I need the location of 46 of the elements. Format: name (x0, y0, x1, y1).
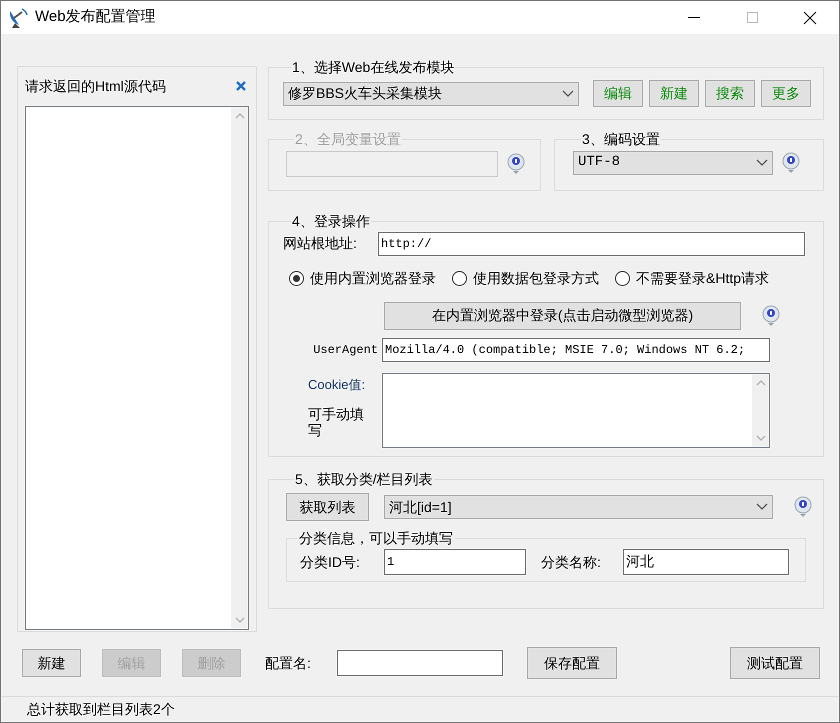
help-icon[interactable] (761, 304, 781, 327)
caret-icon (756, 503, 768, 512)
fetch-list-button[interactable]: 获取列表 (286, 493, 369, 522)
config-name-field[interactable] (337, 650, 503, 676)
field-label: 配置名: (265, 654, 312, 672)
group-title: 4、登录操作 (291, 212, 371, 231)
scroll-down-icon[interactable] (756, 434, 766, 441)
input-field[interactable]: 1 (384, 549, 526, 576)
help-icon[interactable] (506, 152, 526, 175)
test-config-button[interactable]: 测试配置 (730, 647, 820, 679)
radio-option[interactable]: 使用数据包登录方式 (452, 268, 599, 289)
save-config-button[interactable]: 保存配置 (527, 647, 617, 679)
field-label: 网站根地址: (283, 234, 358, 254)
category-dropdown[interactable]: 河北[id=1] (384, 495, 773, 520)
window-title: Web发布配置管理 (35, 7, 156, 28)
status-text: 总计获取到栏目列表2个 (27, 700, 175, 719)
button[interactable]: 新建 (22, 649, 81, 677)
scroll-down-icon[interactable] (234, 617, 244, 623)
encoding-dropdown[interactable]: UTF-8 (573, 150, 773, 175)
caret-icon (562, 90, 574, 98)
caret-icon (756, 158, 768, 167)
satellite-dish-icon (7, 6, 29, 28)
field-label: 分类名称: (541, 552, 602, 572)
radio-option[interactable]: 使用内置浏览器登录 (289, 268, 436, 289)
field-label: Cookie值: (308, 376, 366, 394)
group-title: 5、获取分类/栏目列表 (294, 470, 434, 490)
help-icon[interactable] (781, 152, 801, 174)
field-label: 分类ID号: (300, 552, 361, 572)
field-hint: 可手动填写 (308, 406, 365, 438)
group-title: 分类信息，可以手动填写 (298, 529, 454, 548)
cookie-field[interactable] (382, 372, 770, 448)
field-label: UserAgent (312, 342, 379, 359)
group-title: 1、选择Web在线发布模块 (291, 58, 456, 77)
help-icon[interactable] (793, 496, 813, 518)
group-title: 3、编码设置 (581, 130, 661, 149)
login-browser-button[interactable]: 在内置浏览器中登录(点击启动微型浏览器) (384, 302, 741, 330)
input-field[interactable]: 河北 (623, 549, 789, 576)
input-field[interactable]: Mozilla/4.0 (compatible; MSIE 7.0; Windows NT 6.2; (382, 338, 770, 362)
scroll-up-icon[interactable] (234, 113, 244, 119)
close-icon[interactable] (236, 81, 246, 91)
input-field[interactable]: http:// (378, 232, 805, 256)
group-title: 2、全局变量设置 (294, 130, 402, 149)
scroll-up-icon[interactable] (756, 380, 766, 386)
panel-title: 请求返回的Html源代码 (25, 76, 166, 96)
radio-option[interactable]: 不需要登录&Http请求 (615, 268, 770, 289)
module-dropdown[interactable]: 修罗BBS火车头采集模块 (283, 82, 579, 106)
